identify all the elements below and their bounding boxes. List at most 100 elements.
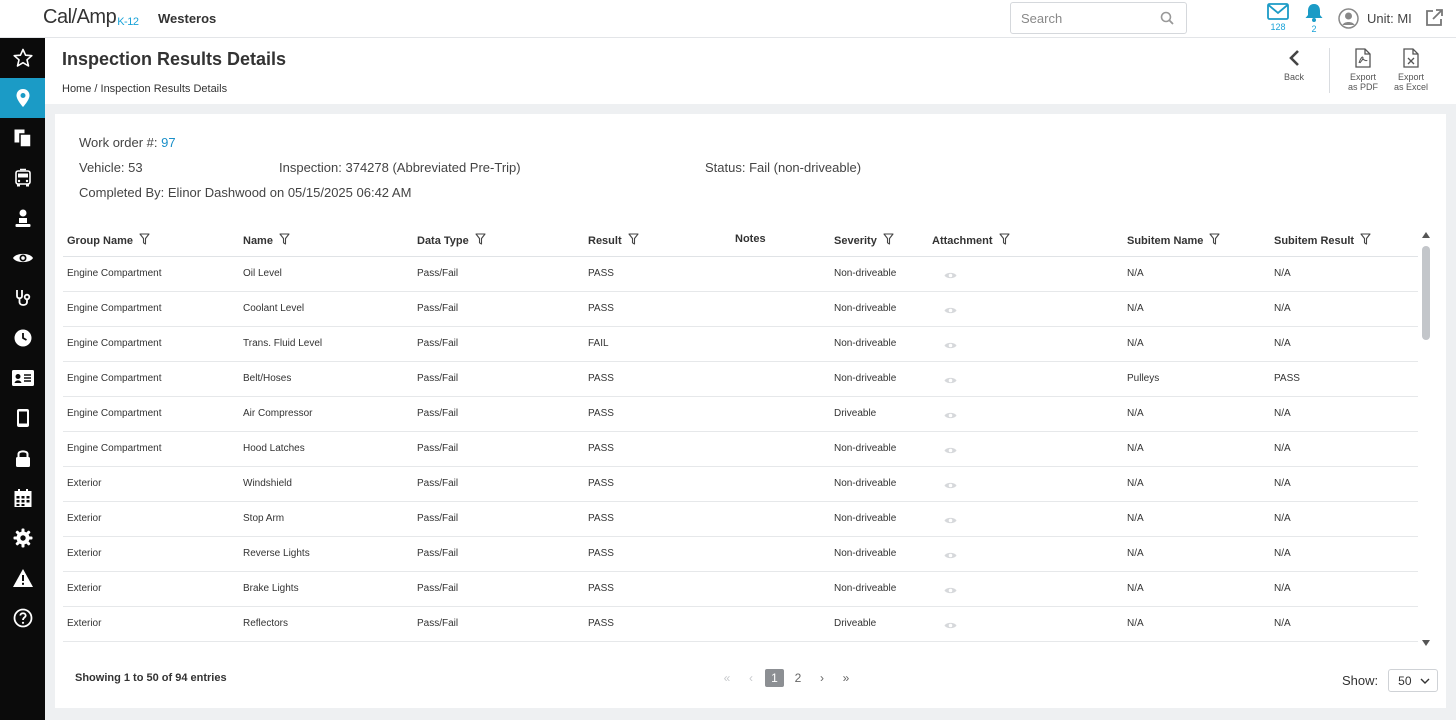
- sidebar-item-location[interactable]: [0, 78, 45, 118]
- column-header-notes[interactable]: Notes: [735, 233, 766, 245]
- table-cell: N/A: [1127, 338, 1144, 349]
- column-header-result[interactable]: Result: [588, 233, 639, 248]
- column-header-subitem-name[interactable]: Subitem Name: [1127, 233, 1220, 248]
- sidebar-item-devices[interactable]: [0, 398, 45, 438]
- mail-count: 128: [1270, 22, 1286, 32]
- sidebar-item-help[interactable]: [0, 598, 45, 638]
- export-excel-label-2: as Excel: [1393, 82, 1428, 92]
- table-row: Engine Compartment Coolant Level Pass/Fail…: [63, 292, 1418, 327]
- table-cell: Stop Arm: [243, 513, 285, 524]
- table-cell: Engine Compartment: [67, 268, 162, 279]
- sidebar-item-health[interactable]: [0, 278, 45, 318]
- filter-icon[interactable]: [1209, 233, 1220, 248]
- table-cell: Pass/Fail: [417, 408, 459, 419]
- external-link-icon[interactable]: [1424, 8, 1444, 31]
- prev-page-button[interactable]: ‹: [739, 669, 763, 687]
- scroll-down-arrow-icon[interactable]: [1421, 639, 1431, 647]
- search-input[interactable]: [1011, 3, 1151, 33]
- table-cell: Coolant Level: [243, 303, 305, 314]
- alerts-button[interactable]: 2: [1304, 3, 1324, 34]
- sidebar-item-calendar[interactable]: [0, 478, 45, 518]
- filter-icon[interactable]: [998, 233, 1010, 248]
- filter-icon[interactable]: [279, 233, 290, 248]
- filter-icon[interactable]: [628, 233, 639, 248]
- vehicle-info: Vehicle: 53: [79, 160, 143, 175]
- work-order-link[interactable]: 97: [161, 135, 175, 150]
- sidebar-item-favorites[interactable]: [0, 38, 45, 78]
- table-cell: PASS: [588, 268, 614, 279]
- sidebar-item-contacts[interactable]: [0, 358, 45, 398]
- attachment-eye-icon[interactable]: [944, 584, 957, 598]
- sidebar-item-alerts[interactable]: [0, 558, 45, 598]
- next-page-button[interactable]: ›: [810, 669, 834, 687]
- breadcrumb[interactable]: Home / Inspection Results Details: [62, 83, 227, 95]
- eye-icon: [12, 253, 33, 263]
- attachment-eye-icon[interactable]: [944, 269, 957, 283]
- page-size-select[interactable]: 50: [1388, 669, 1439, 692]
- first-page-button[interactable]: «: [715, 669, 739, 687]
- attachment-eye-icon[interactable]: [944, 514, 957, 528]
- attachment-eye-icon[interactable]: [944, 444, 957, 458]
- attachment-eye-icon[interactable]: [944, 619, 957, 633]
- sidebar-item-drivers[interactable]: [0, 198, 45, 238]
- table-cell: Driveable: [834, 618, 877, 629]
- filter-icon[interactable]: [139, 233, 150, 248]
- attachment-eye-icon[interactable]: [944, 304, 957, 318]
- last-page-button[interactable]: »: [834, 669, 858, 687]
- sidebar-item-history[interactable]: [0, 318, 45, 358]
- table-cell: Engine Compartment: [67, 303, 162, 314]
- table-cell: Engine Compartment: [67, 373, 162, 384]
- page-button-1[interactable]: 1: [765, 669, 784, 687]
- table-row: Engine Compartment Belt/Hoses Pass/Fail PAS…: [63, 362, 1418, 397]
- table-cell: FAIL: [588, 338, 609, 349]
- filter-icon[interactable]: [883, 233, 894, 248]
- documents-icon: [14, 129, 32, 148]
- sidebar-item-settings[interactable]: [0, 518, 45, 558]
- table-cell: N/A: [1274, 618, 1291, 629]
- filter-icon[interactable]: [1360, 233, 1371, 248]
- export-pdf-button[interactable]: Export as PDF: [1345, 48, 1381, 92]
- table-cell: Non-driveable: [834, 268, 897, 279]
- table-row: Engine Compartment Oil Level Pass/Fail PASS…: [63, 257, 1418, 292]
- table-cell: N/A: [1127, 513, 1144, 524]
- attachment-eye-icon[interactable]: [944, 479, 957, 493]
- table-row: Exterior Windshield Pass/Fail PASS Non-drive…: [63, 467, 1418, 502]
- column-header-data-type[interactable]: Data Type: [417, 233, 486, 248]
- table-cell: Non-driveable: [834, 548, 897, 559]
- export-excel-label-1: Export: [1397, 72, 1424, 82]
- table-cell: Hood Latches: [243, 443, 305, 454]
- sidebar-item-security[interactable]: [0, 438, 45, 478]
- search-icon[interactable]: [1160, 11, 1174, 28]
- table-scrollbar[interactable]: [1418, 229, 1434, 649]
- table-cell: N/A: [1274, 443, 1291, 454]
- attachment-eye-icon[interactable]: [944, 409, 957, 423]
- table-cell: Air Compressor: [243, 408, 313, 419]
- export-pdf-label-2: as PDF: [1347, 82, 1378, 92]
- attachment-eye-icon[interactable]: [944, 339, 957, 353]
- sidebar-item-vehicles[interactable]: [0, 158, 45, 198]
- column-header-name[interactable]: Name: [243, 233, 290, 248]
- id-card-icon: [11, 370, 34, 386]
- calamp-logo[interactable]: Cal/AmpK-12: [43, 6, 139, 29]
- column-header-subitem-result[interactable]: Subitem Result: [1274, 233, 1371, 248]
- scroll-up-arrow-icon[interactable]: [1421, 231, 1431, 239]
- column-header-attachment[interactable]: Attachment: [932, 233, 1010, 248]
- filter-icon[interactable]: [475, 233, 486, 248]
- sidebar-item-inspections[interactable]: [0, 238, 45, 278]
- user-unit-label: Unit: MI: [1367, 10, 1412, 26]
- user-menu[interactable]: Unit: MI: [1338, 7, 1412, 29]
- scrollbar-thumb[interactable]: [1422, 246, 1430, 340]
- table-cell: Pass/Fail: [417, 618, 459, 629]
- column-header-severity[interactable]: Severity: [834, 233, 894, 248]
- export-excel-button[interactable]: Export as Excel: [1393, 48, 1429, 92]
- table-cell: PASS: [588, 443, 614, 454]
- page-size-value: 50: [1398, 673, 1412, 688]
- sidebar-item-documents[interactable]: [0, 118, 45, 158]
- table-cell: PASS: [588, 513, 614, 524]
- page-button-2[interactable]: 2: [786, 669, 810, 687]
- back-button[interactable]: Back: [1282, 48, 1306, 82]
- mail-button[interactable]: 128: [1267, 3, 1289, 32]
- attachment-eye-icon[interactable]: [944, 549, 957, 563]
- column-header-group-name[interactable]: Group Name: [67, 233, 150, 248]
- attachment-eye-icon[interactable]: [944, 374, 957, 388]
